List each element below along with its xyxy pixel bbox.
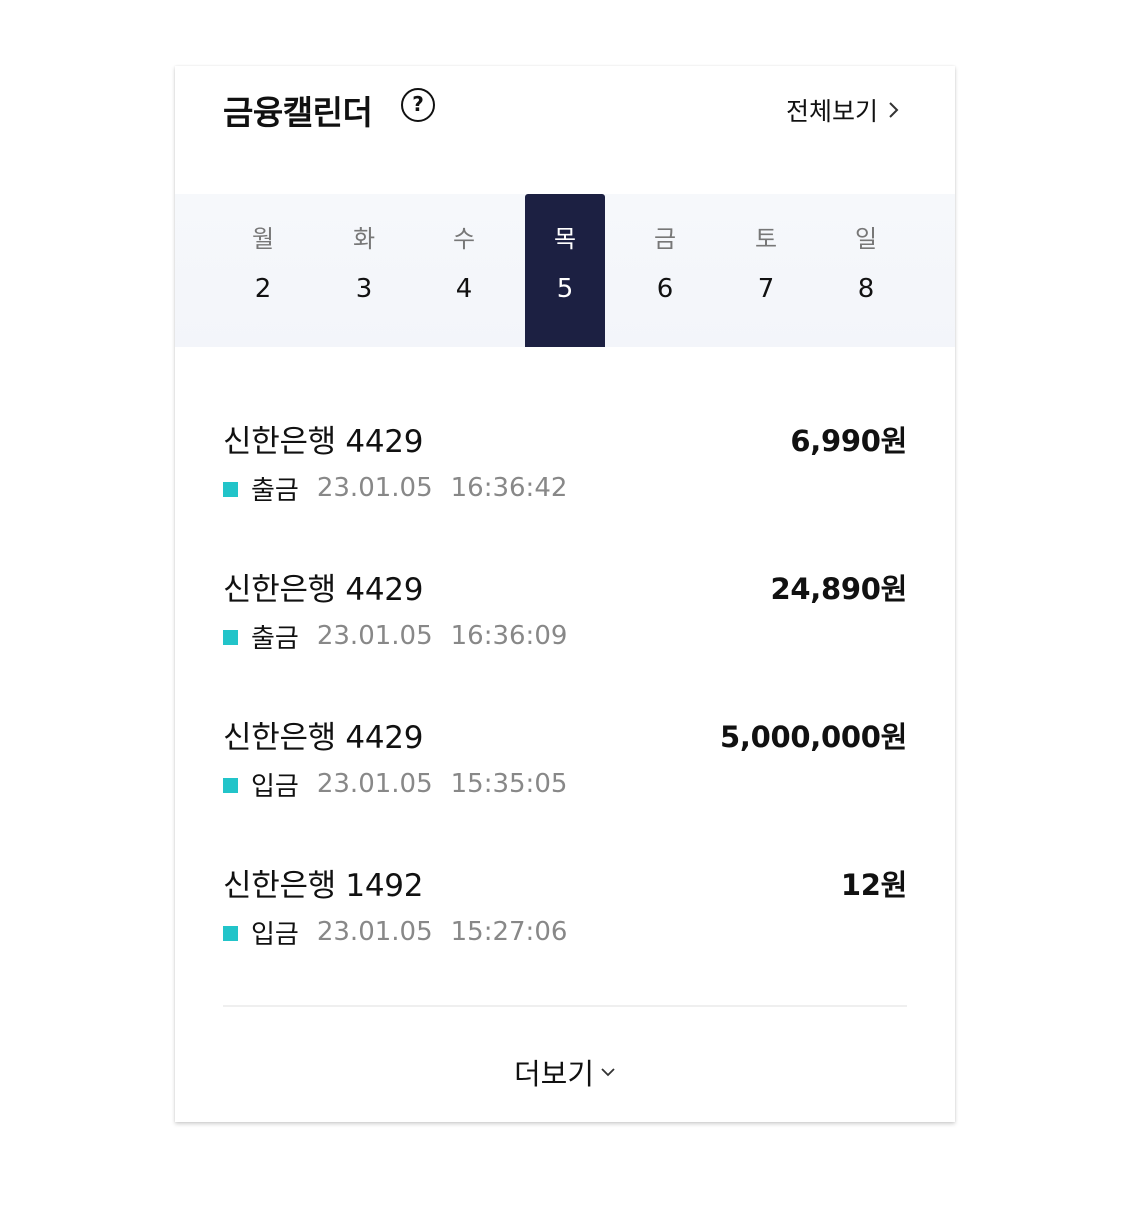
financial-calendar-card: 금융캘린더 ? 전체보기 월 2 화 3 수 4 목 5 금 6 토 7 일 8… [175,66,955,1122]
help-icon[interactable]: ? [401,88,435,122]
transaction-type: 출금 [251,475,299,506]
day-number: 6 [656,274,674,304]
day-sun[interactable]: 일 8 [826,194,906,347]
category-marker-icon [223,925,238,941]
day-tue[interactable]: 화 3 [324,194,404,347]
transaction-date: 23.01.05 [316,621,433,651]
transaction-item[interactable]: 신한은행 4429 24,890원 출금 23.01.05 16:36:09 [223,558,907,706]
transaction-amount: 5,000,000원 [720,720,907,754]
day-of-week-label: 화 [352,225,376,253]
transaction-time: 16:36:09 [450,621,568,651]
chevron-down-icon [601,1068,615,1077]
day-of-week-label: 일 [854,225,878,253]
card-title: 금융캘린더 [223,93,373,132]
account-name: 신한은행 4429 [223,424,424,460]
list-divider [223,1005,907,1007]
transaction-date: 23.01.05 [316,473,433,503]
view-all-link[interactable]: 전체보기 [786,92,900,128]
transaction-item[interactable]: 신한은행 4429 6,990원 출금 23.01.05 16:36:42 [223,410,907,558]
category-marker-icon [223,629,238,645]
day-fri[interactable]: 금 6 [625,194,705,347]
transaction-list: 신한은행 4429 6,990원 출금 23.01.05 16:36:42 신한… [223,410,907,1002]
day-number: 4 [455,274,473,304]
transaction-meta: 출금 23.01.05 16:36:42 [223,470,567,506]
account-name: 신한은행 1492 [223,868,424,904]
transaction-time: 15:35:05 [450,769,568,799]
transaction-amount: 12원 [840,868,907,902]
transaction-item[interactable]: 신한은행 1492 12원 입금 23.01.05 15:27:06 [223,854,907,1002]
transaction-amount: 6,990원 [790,424,907,458]
transaction-meta: 출금 23.01.05 16:36:09 [223,618,567,654]
load-more-content: 더보기 [514,1051,616,1093]
card-header: 금융캘린더 ? 전체보기 [175,66,955,176]
week-strip: 월 2 화 3 수 4 목 5 금 6 토 7 일 8 [175,194,955,347]
transaction-date: 23.01.05 [316,917,433,947]
category-marker-icon [223,481,238,497]
day-mon[interactable]: 월 2 [223,194,303,347]
transaction-meta: 입금 23.01.05 15:35:05 [223,766,567,802]
transaction-time: 16:36:42 [450,473,568,503]
day-sat[interactable]: 토 7 [726,194,806,347]
transaction-date: 23.01.05 [316,769,433,799]
transaction-item[interactable]: 신한은행 4429 5,000,000원 입금 23.01.05 15:35:0… [223,706,907,854]
day-of-week-label: 토 [754,225,778,253]
day-of-week-label: 목 [553,225,577,253]
chevron-right-icon [889,102,899,118]
load-more-button[interactable]: 더보기 [175,1051,955,1093]
day-of-week-label: 수 [452,225,476,253]
day-wed[interactable]: 수 4 [424,194,504,347]
account-name: 신한은행 4429 [223,572,424,608]
day-number: 8 [857,274,875,304]
view-all-label: 전체보기 [785,97,878,126]
day-number: 7 [757,274,775,304]
transaction-type: 출금 [251,623,299,654]
category-marker-icon [223,777,238,793]
transaction-type: 입금 [251,771,299,802]
day-of-week-label: 금 [653,225,677,253]
day-number: 2 [254,274,272,304]
account-name: 신한은행 4429 [223,720,424,756]
day-number: 5 [556,274,574,304]
day-number: 3 [355,274,373,304]
transaction-type: 입금 [251,919,299,950]
transaction-meta: 입금 23.01.05 15:27:06 [223,914,567,950]
day-thu-selected[interactable]: 목 5 [525,194,605,347]
day-of-week-label: 월 [251,225,275,253]
transaction-amount: 24,890원 [770,572,908,606]
transaction-time: 15:27:06 [450,917,568,947]
load-more-label: 더보기 [513,1057,595,1091]
